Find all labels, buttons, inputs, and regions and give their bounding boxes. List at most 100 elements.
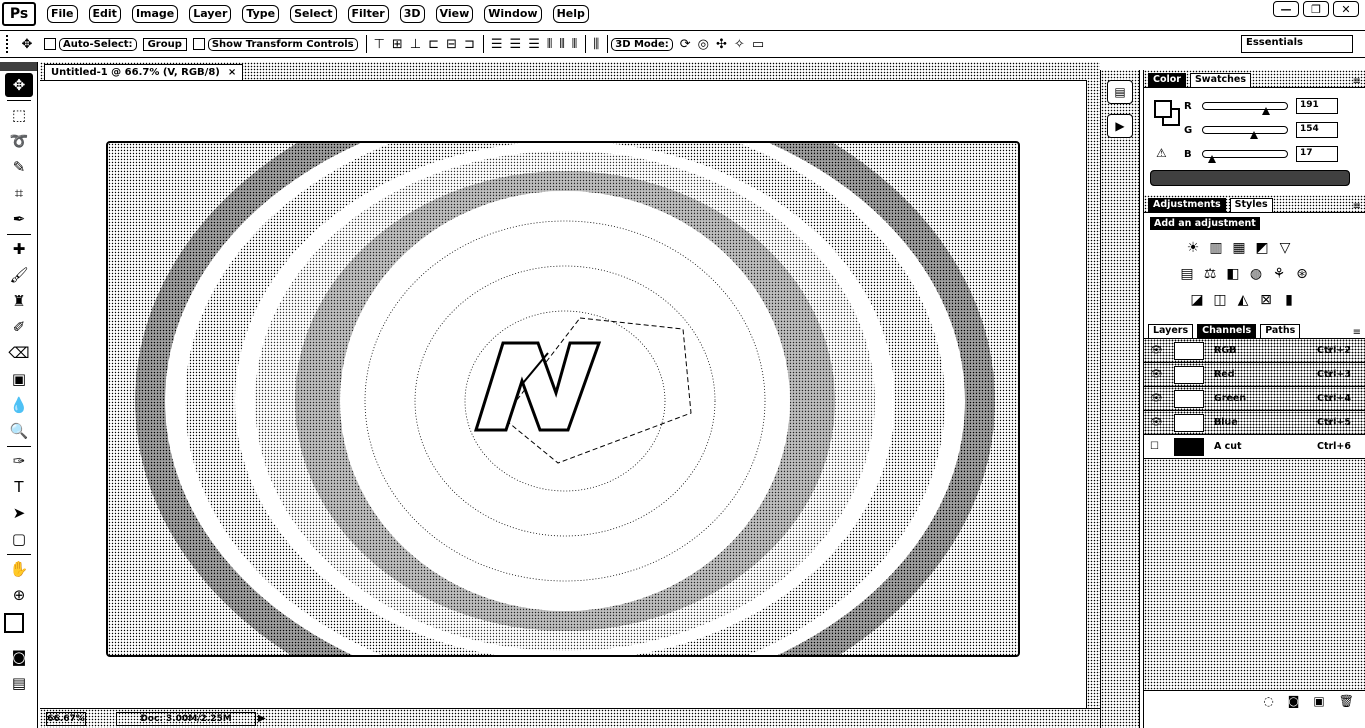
exposure-icon[interactable]: ◩ <box>1253 239 1271 257</box>
photo-filter-icon[interactable]: ◍ <box>1247 265 1265 283</box>
slider-g-track[interactable] <box>1202 126 1288 139</box>
hue-saturation-icon[interactable]: ▤ <box>1178 265 1196 283</box>
restore-button[interactable]: ❐ <box>1303 1 1329 17</box>
slider-b-thumb[interactable] <box>1208 155 1217 163</box>
menu-image[interactable]: Image <box>131 4 179 23</box>
3d-slide-icon[interactable]: ✧ <box>734 37 745 52</box>
new-channel-icon[interactable]: ▣ <box>1313 694 1324 708</box>
menu-view[interactable]: View <box>435 4 474 23</box>
zoom-level-field[interactable]: 66.67% <box>46 711 86 726</box>
color-swatches[interactable] <box>4 613 34 643</box>
document-info[interactable]: Doc: 3.00M/2.25M <box>116 711 256 726</box>
visibility-eye-icon[interactable]: 👁 <box>1150 393 1164 404</box>
align-vcenter-icon[interactable]: ⊞ <box>392 37 403 52</box>
color-spectrum-bar[interactable] <box>1150 170 1350 186</box>
slider-b-track[interactable] <box>1202 150 1288 163</box>
zoom-tool-icon[interactable]: ⊕ <box>5 583 33 607</box>
brush-tool-icon[interactable]: 🖌 <box>5 263 33 287</box>
visibility-eye-icon[interactable]: 👁 <box>1150 345 1164 356</box>
canvas-image[interactable] <box>106 141 1020 657</box>
3d-scale-icon[interactable]: ▭ <box>752 37 764 52</box>
visibility-toggle-empty[interactable]: ☐ <box>1150 441 1164 452</box>
marquee-tool-icon[interactable]: ⬚ <box>5 103 33 127</box>
visibility-eye-icon[interactable]: 👁 <box>1150 417 1164 428</box>
clone-stamp-tool-icon[interactable]: ♜ <box>5 289 33 313</box>
3d-roll-icon[interactable]: ◎ <box>698 37 709 52</box>
workspace-dropdown[interactable]: Essentials <box>1241 35 1353 53</box>
distribute-hcenter-icon[interactable]: ⫴ <box>559 37 564 52</box>
eraser-tool-icon[interactable]: ⌫ <box>5 341 33 365</box>
selective-color-icon[interactable]: ▮ <box>1280 291 1298 309</box>
color-balance-icon[interactable]: ⚖ <box>1201 265 1219 283</box>
channel-mixer-icon[interactable]: ⚘ <box>1270 265 1288 283</box>
color-panel-fg-swatch[interactable] <box>1154 100 1172 118</box>
tab-channels[interactable]: Channels <box>1197 324 1257 338</box>
distribute-right-icon[interactable]: ⫴ <box>572 37 577 52</box>
dodge-tool-icon[interactable]: 🔍 <box>5 419 33 443</box>
color-panel-swatches[interactable] <box>1154 100 1180 126</box>
color-lookup-icon[interactable]: ⊛ <box>1293 265 1311 283</box>
distribute-top-icon[interactable]: ☰ <box>491 37 503 52</box>
close-tab-icon[interactable]: × <box>228 67 236 78</box>
screen-mode-icon[interactable]: ▤ <box>5 671 33 695</box>
vertical-scrollbar[interactable] <box>1086 80 1100 708</box>
slider-r-thumb[interactable] <box>1261 107 1270 115</box>
slider-r-track[interactable] <box>1202 102 1288 115</box>
levels-icon[interactable]: ▥ <box>1207 239 1225 257</box>
hand-tool-icon[interactable]: ✋ <box>5 557 33 581</box>
curves-icon[interactable]: ▦ <box>1230 239 1248 257</box>
out-of-gamut-warning-icon[interactable]: ⚠ <box>1156 146 1167 160</box>
auto-select-target-dropdown[interactable]: Group <box>142 37 187 51</box>
panel-menu-icon[interactable]: ≡ <box>1353 201 1361 212</box>
foreground-color-swatch[interactable] <box>4 613 24 633</box>
type-tool-icon[interactable]: T <box>5 475 33 499</box>
options-grip[interactable] <box>6 35 10 53</box>
channel-row-blue[interactable]: 👁 Blue Ctrl+5 <box>1144 411 1365 435</box>
threshold-icon[interactable]: ◭ <box>1234 291 1252 309</box>
document-tab[interactable]: Untitled-1 @ 66.7% (V, RGB/8) × <box>44 64 244 80</box>
distribute-vcenter-icon[interactable]: ☰ <box>510 37 522 52</box>
auto-select-checkbox[interactable] <box>44 38 56 50</box>
history-brush-tool-icon[interactable]: ✐ <box>5 315 33 339</box>
tab-adjustments[interactable]: Adjustments <box>1148 198 1226 212</box>
status-menu-arrow-icon[interactable]: ▶ <box>258 713 266 724</box>
show-transform-checkbox[interactable] <box>192 38 205 50</box>
align-top-icon[interactable]: ⊤ <box>374 37 385 52</box>
gradient-map-icon[interactable]: ⊠ <box>1257 291 1275 309</box>
tools-header[interactable] <box>0 62 37 71</box>
canvas-pasteboard[interactable] <box>40 80 1086 708</box>
channel-row-rgb[interactable]: 👁 RGB Ctrl+2 <box>1144 339 1365 363</box>
pen-tool-icon[interactable]: ✑ <box>5 449 33 473</box>
close-window-button[interactable]: ✕ <box>1333 1 1359 17</box>
menu-edit[interactable]: Edit <box>88 4 121 23</box>
align-hcenter-icon[interactable]: ⊟ <box>446 37 457 52</box>
vibrance-icon[interactable]: ▽ <box>1276 239 1294 257</box>
align-right-icon[interactable]: ⊐ <box>464 37 475 52</box>
slider-b-value[interactable]: 17 <box>1296 146 1338 162</box>
slider-g-thumb[interactable] <box>1249 131 1258 139</box>
panel-menu-icon[interactable]: ≡ <box>1353 327 1361 338</box>
shape-tool-icon[interactable]: ▢ <box>5 527 33 551</box>
menu-layer[interactable]: Layer <box>189 4 232 23</box>
move-tool-icon[interactable]: ✥ <box>5 73 33 97</box>
3d-rotate-icon[interactable]: ⟳ <box>680 37 691 52</box>
minimize-button[interactable]: — <box>1273 1 1299 17</box>
history-panel-icon[interactable]: ▤ <box>1107 80 1133 104</box>
posterize-icon[interactable]: ◫ <box>1211 291 1229 309</box>
channel-row-green[interactable]: 👁 Green Ctrl+4 <box>1144 387 1365 411</box>
menu-type[interactable]: Type <box>242 4 280 23</box>
menu-select[interactable]: Select <box>290 4 337 23</box>
tab-color[interactable]: Color <box>1148 73 1186 87</box>
blur-tool-icon[interactable]: 💧 <box>5 393 33 417</box>
path-selection-tool-icon[interactable]: ➤ <box>5 501 33 525</box>
brightness-contrast-icon[interactable]: ☀ <box>1184 239 1202 257</box>
channel-row-a-cut[interactable]: ☐ A cut Ctrl+6 <box>1144 435 1365 459</box>
tab-swatches[interactable]: Swatches <box>1189 73 1252 87</box>
panel-menu-icon[interactable]: ≡ <box>1353 76 1361 87</box>
actions-panel-icon[interactable]: ▶ <box>1107 114 1133 138</box>
auto-align-icon[interactable]: ⫼ <box>593 37 599 52</box>
quick-mask-icon[interactable]: ◙ <box>5 645 33 669</box>
menu-3d[interactable]: 3D <box>399 4 425 23</box>
channel-row-red[interactable]: 👁 Red Ctrl+3 <box>1144 363 1365 387</box>
slider-g-value[interactable]: 154 <box>1296 122 1338 138</box>
